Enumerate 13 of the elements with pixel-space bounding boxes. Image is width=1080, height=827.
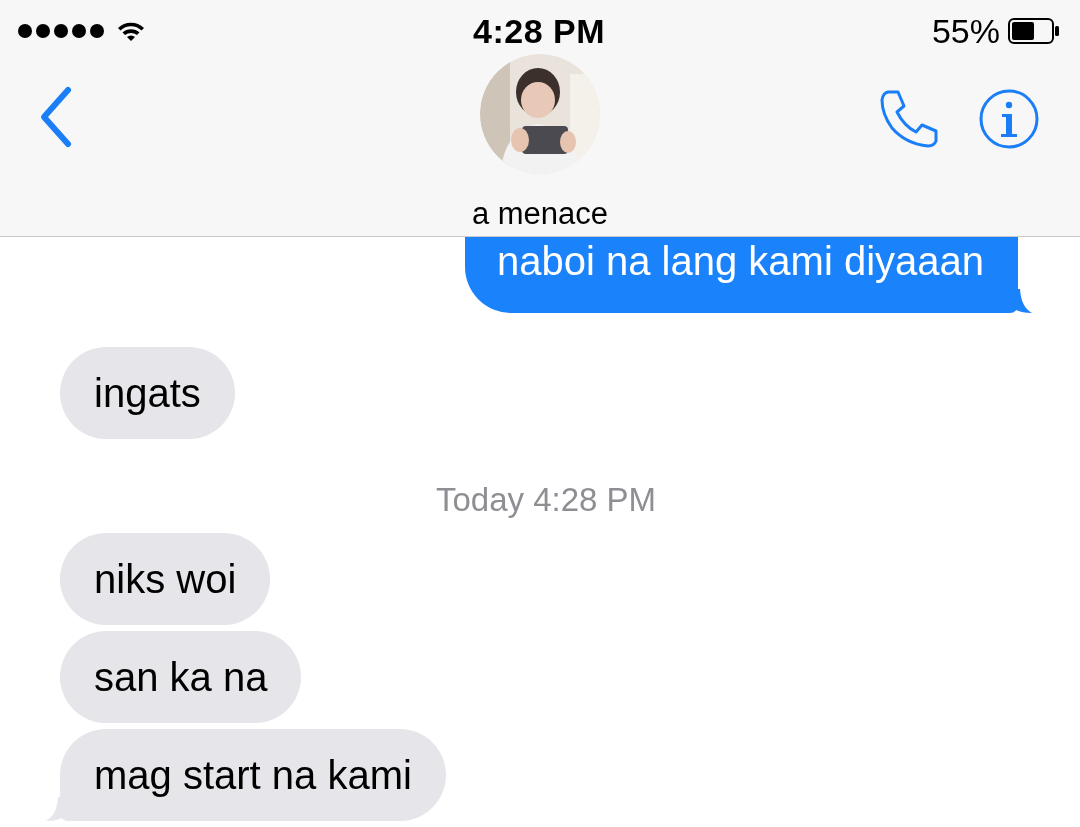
contact-name: a menace bbox=[471, 196, 609, 232]
battery-percent: 55% bbox=[931, 11, 1000, 51]
bubble-tail-icon bbox=[1016, 289, 1032, 313]
received-message: ingats bbox=[60, 347, 235, 439]
timestamp: Today 4:28 PM bbox=[435, 481, 657, 519]
received-message: mag start na kami bbox=[60, 729, 446, 821]
status-time: 4:28 PM bbox=[473, 11, 605, 51]
bubble-tail-icon bbox=[46, 797, 62, 821]
signal-icon bbox=[18, 24, 104, 38]
sent-message: naboi na lang kami diyaaan bbox=[465, 237, 1018, 313]
received-message: niks woi bbox=[60, 533, 271, 625]
received-message: san ka na bbox=[60, 631, 302, 723]
battery-icon bbox=[1008, 18, 1060, 44]
